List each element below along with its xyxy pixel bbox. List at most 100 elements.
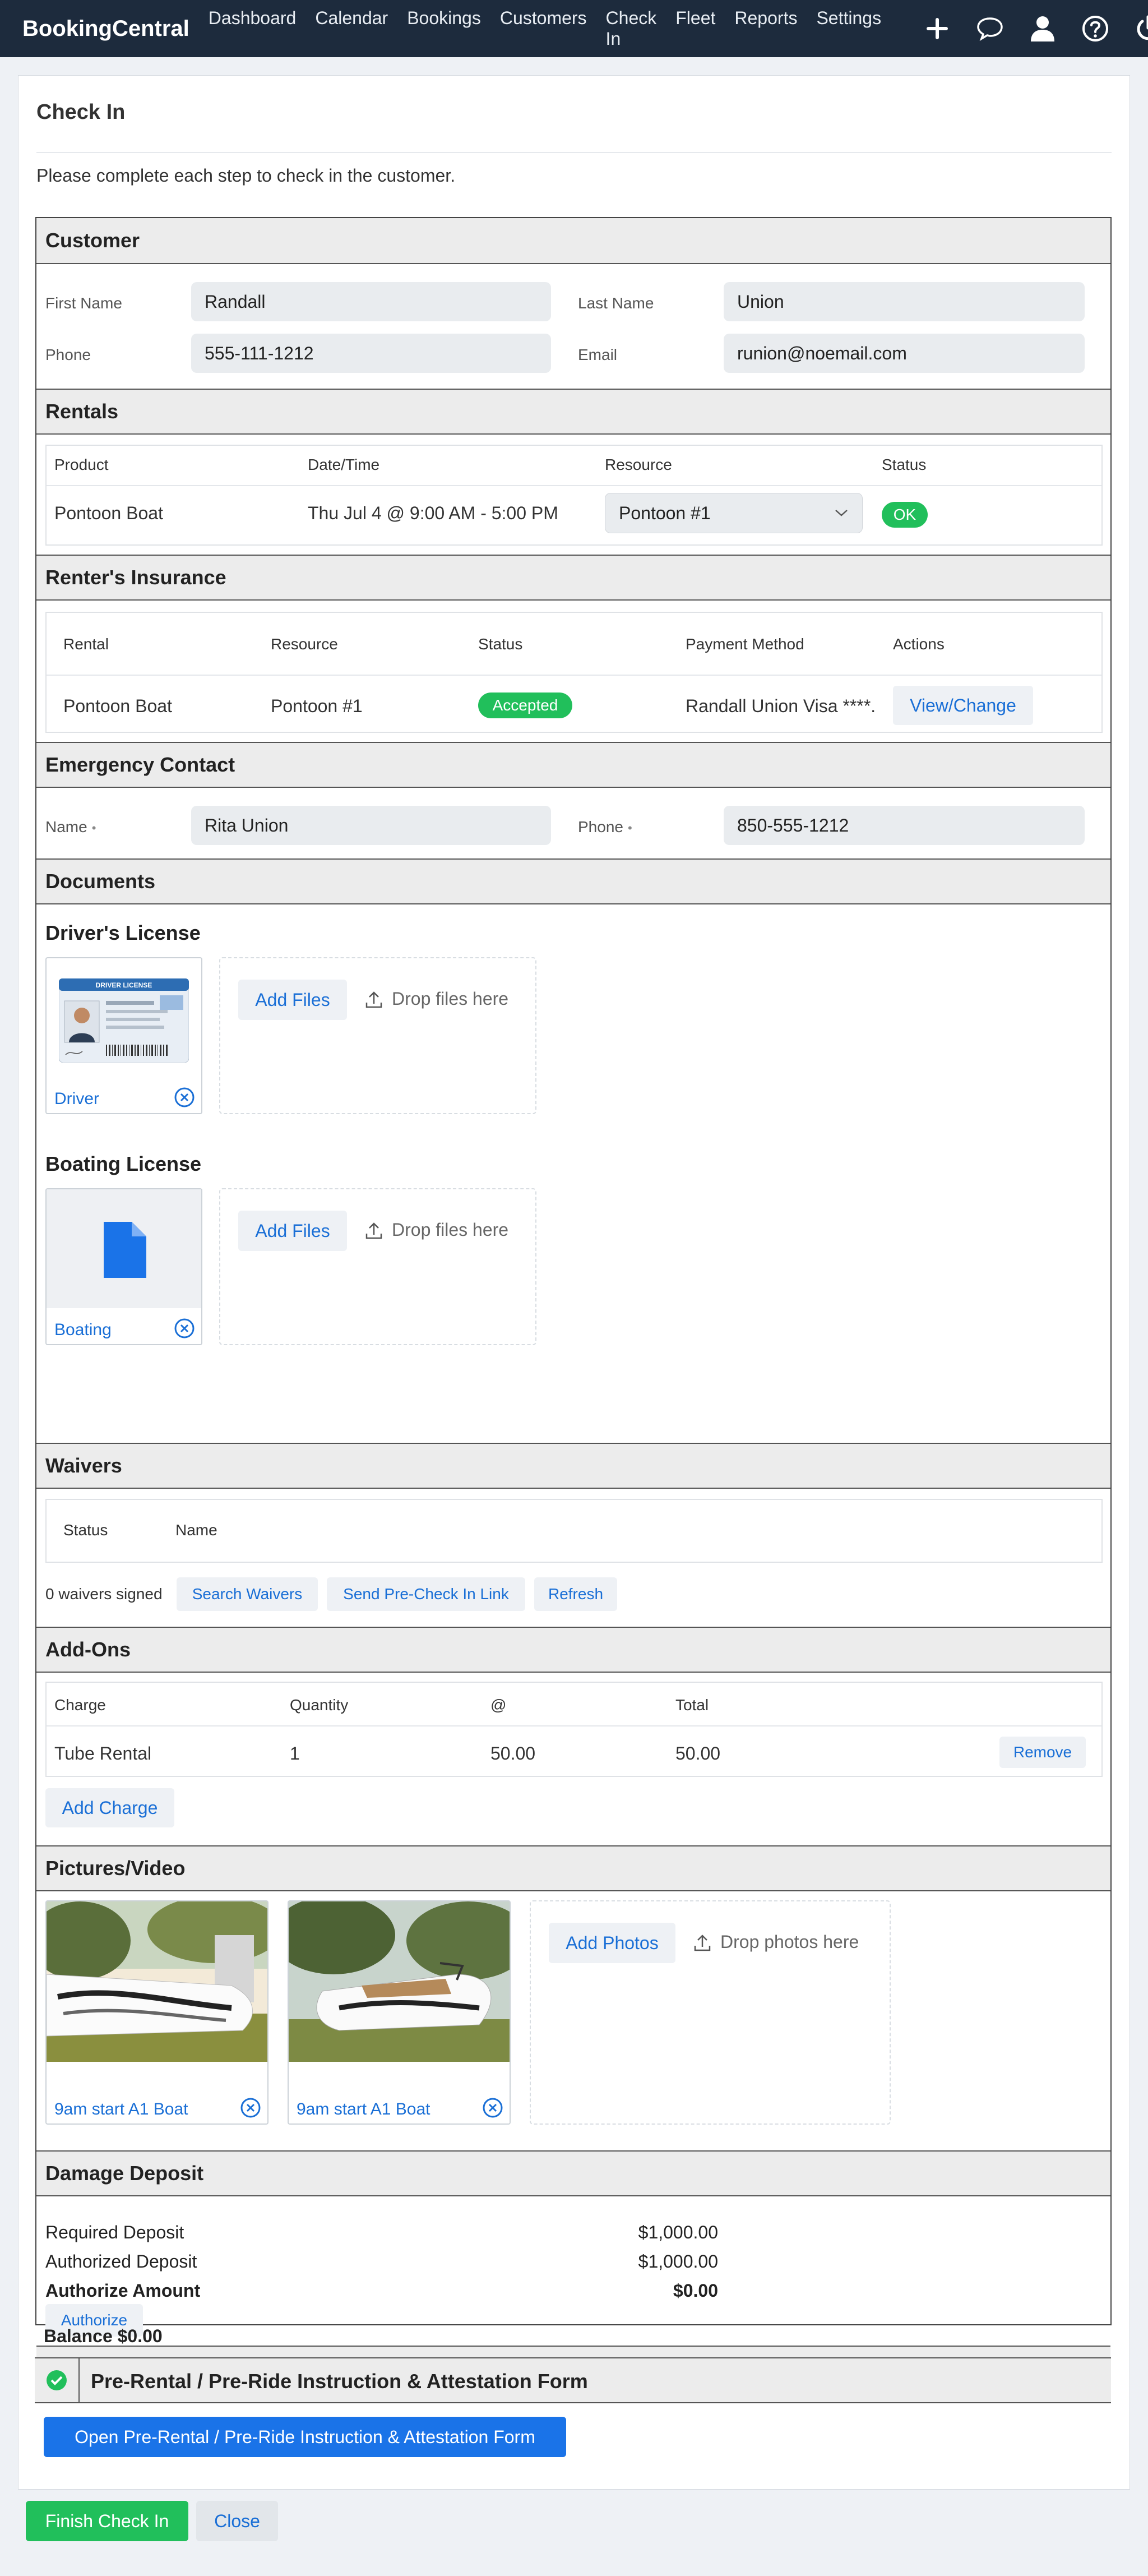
license-card-title: DRIVER LICENSE — [96, 981, 152, 989]
check-in-form: Customer First Name Randall Last Name Un… — [35, 217, 1112, 2392]
view-change-button[interactable]: View/Change — [893, 686, 1033, 725]
insurance-col-payment: Payment Method — [686, 635, 804, 653]
add-files-button[interactable]: Add Files — [238, 980, 347, 1020]
boat-photo — [47, 1901, 267, 2062]
remove-addon-button[interactable]: Remove — [999, 1737, 1086, 1768]
upload-icon — [365, 1222, 382, 1239]
drop-files-text: Drop files here — [392, 989, 509, 1009]
boating-license-dropzone[interactable]: Add Files Drop files here — [219, 1188, 536, 1345]
nav-item-bookings[interactable]: Bookings — [407, 8, 481, 49]
customer-section-header: Customer — [36, 218, 1110, 264]
nav-item-check-in[interactable]: Check In — [606, 8, 657, 49]
insurance-section-header: Renter's Insurance — [36, 555, 1110, 601]
rental-product: Pontoon Boat — [54, 503, 163, 523]
remove-photo-icon[interactable] — [239, 2097, 262, 2119]
nav-item-settings[interactable]: Settings — [816, 8, 881, 49]
waivers-col-name: Name — [175, 1521, 217, 1539]
insurance-rental: Pontoon Boat — [63, 696, 172, 716]
last-name-field[interactable]: Union — [724, 282, 1085, 321]
insurance-col-resource: Resource — [271, 635, 338, 653]
rentals-col-datetime: Date/Time — [308, 456, 380, 473]
title-divider — [36, 152, 1112, 153]
drivers-license-filename[interactable]: Driver — [54, 1090, 99, 1109]
attestation-status-cell — [35, 2358, 80, 2402]
boating-license-thumbnail[interactable]: Boating — [45, 1188, 202, 1345]
nav-item-calendar[interactable]: Calendar — [315, 8, 388, 49]
add-photos-button[interactable]: Add Photos — [549, 1923, 675, 1963]
refresh-waivers-button[interactable]: Refresh — [534, 1577, 617, 1611]
authorize-amount-value: $0.00 — [673, 2280, 718, 2301]
finish-check-in-button[interactable]: Finish Check In — [26, 2501, 188, 2541]
footer-bar: Finish Check In Close — [18, 2490, 1130, 2557]
nav-item-fleet[interactable]: Fleet — [675, 8, 715, 49]
insurance-payment-method: Randall Union Visa ****. — [686, 696, 876, 716]
remove-file-icon[interactable] — [173, 1317, 196, 1340]
rental-datetime: Thu Jul 4 @ 9:00 AM - 5:00 PM — [308, 503, 558, 523]
authorized-deposit-value: $1,000.00 — [638, 2251, 718, 2272]
drivers-license-heading: Driver's License — [45, 921, 201, 944]
open-attestation-form-button[interactable]: Open Pre-Rental / Pre-Ride Instruction &… — [44, 2417, 566, 2457]
first-name-field[interactable]: Randall — [191, 282, 551, 321]
photo-thumbnail[interactable]: 9am start A1 Boat — [45, 1900, 269, 2125]
drop-files-text: Drop files here — [392, 1220, 509, 1240]
close-button[interactable]: Close — [196, 2501, 278, 2541]
photo-caption[interactable]: 9am start A1 Boat — [297, 2100, 430, 2119]
photos-dropzone[interactable]: Add Photos Drop photos here — [530, 1900, 891, 2125]
pictures-section-header: Pictures/Video — [36, 1845, 1110, 1891]
insurance-status-badge: Accepted — [478, 693, 572, 718]
power-icon[interactable] — [1132, 13, 1148, 44]
brand-logo[interactable]: BookingCentral — [22, 16, 189, 41]
rentals-table: Product Date/Time Resource Status Pontoo… — [45, 445, 1103, 546]
add-files-button[interactable]: Add Files — [238, 1211, 347, 1251]
email-label: Email — [578, 346, 618, 363]
emergency-section-header: Emergency Contact — [36, 742, 1110, 788]
drivers-license-dropzone[interactable]: Add Files Drop files here — [219, 957, 536, 1114]
remove-file-icon[interactable] — [173, 1086, 196, 1109]
page-title: Check In — [36, 100, 126, 124]
chat-icon[interactable] — [974, 13, 1006, 44]
addon-quantity: 1 — [290, 1743, 300, 1764]
drop-files-hint: Drop files here — [364, 989, 508, 1009]
phone-field[interactable]: 555-111-1212 — [191, 334, 551, 373]
emergency-name-field[interactable]: Rita Union — [191, 806, 551, 845]
photo-thumbnail[interactable]: 9am start A1 Boat — [288, 1900, 511, 2125]
nav-item-reports[interactable]: Reports — [734, 8, 797, 49]
help-icon[interactable] — [1080, 13, 1111, 44]
boating-license-filename[interactable]: Boating — [54, 1321, 112, 1340]
rental-status-badge: OK — [882, 502, 928, 528]
nav-item-customers[interactable]: Customers — [500, 8, 587, 49]
add-charge-button[interactable]: Add Charge — [45, 1788, 174, 1827]
user-icon[interactable] — [1027, 13, 1058, 44]
nav-menu: Dashboard Calendar Bookings Customers Ch… — [209, 8, 900, 49]
waivers-table: Status Name — [45, 1499, 1103, 1563]
email-field[interactable]: runion@noemail.com — [724, 334, 1085, 373]
plus-icon[interactable] — [922, 13, 953, 44]
rentals-section-header: Rentals — [36, 389, 1110, 435]
deposit-section-header: Damage Deposit — [36, 2150, 1110, 2196]
drop-photos-text: Drop photos here — [720, 1932, 859, 1952]
required-marker: • — [91, 821, 96, 835]
search-waivers-button[interactable]: Search Waivers — [177, 1577, 318, 1611]
balance-text: Balance $0.00 — [44, 2326, 163, 2346]
emergency-name-label: Name • — [45, 818, 96, 836]
remove-photo-icon[interactable] — [482, 2097, 504, 2119]
send-pre-check-in-link-button[interactable]: Send Pre-Check In Link — [327, 1577, 525, 1611]
check-circle-icon — [47, 2370, 67, 2390]
insurance-header-divider — [47, 675, 1101, 676]
rentals-header-divider — [47, 485, 1101, 486]
nav-item-dashboard[interactable]: Dashboard — [209, 8, 297, 49]
resource-select-value: Pontoon #1 — [619, 502, 711, 523]
emergency-phone-field[interactable]: 850-555-1212 — [724, 806, 1085, 845]
emergency-phone-label-text: Phone — [578, 818, 623, 835]
last-name-label: Last Name — [578, 294, 654, 312]
resource-select[interactable]: Pontoon #1 — [605, 493, 863, 533]
check-in-card: Check In Please complete each step to ch… — [18, 75, 1130, 2490]
rentals-col-product: Product — [54, 456, 109, 473]
photo-caption[interactable]: 9am start A1 Boat — [54, 2100, 188, 2119]
addons-col-at: @ — [490, 1696, 507, 1714]
page-intro: Please complete each step to check in th… — [36, 165, 456, 186]
drivers-license-thumbnail[interactable]: DRIVER LICENSE Driver — [45, 957, 202, 1114]
first-name-label: First Name — [45, 294, 122, 312]
waivers-col-status: Status — [63, 1521, 108, 1539]
boat-photo — [289, 1901, 510, 2062]
